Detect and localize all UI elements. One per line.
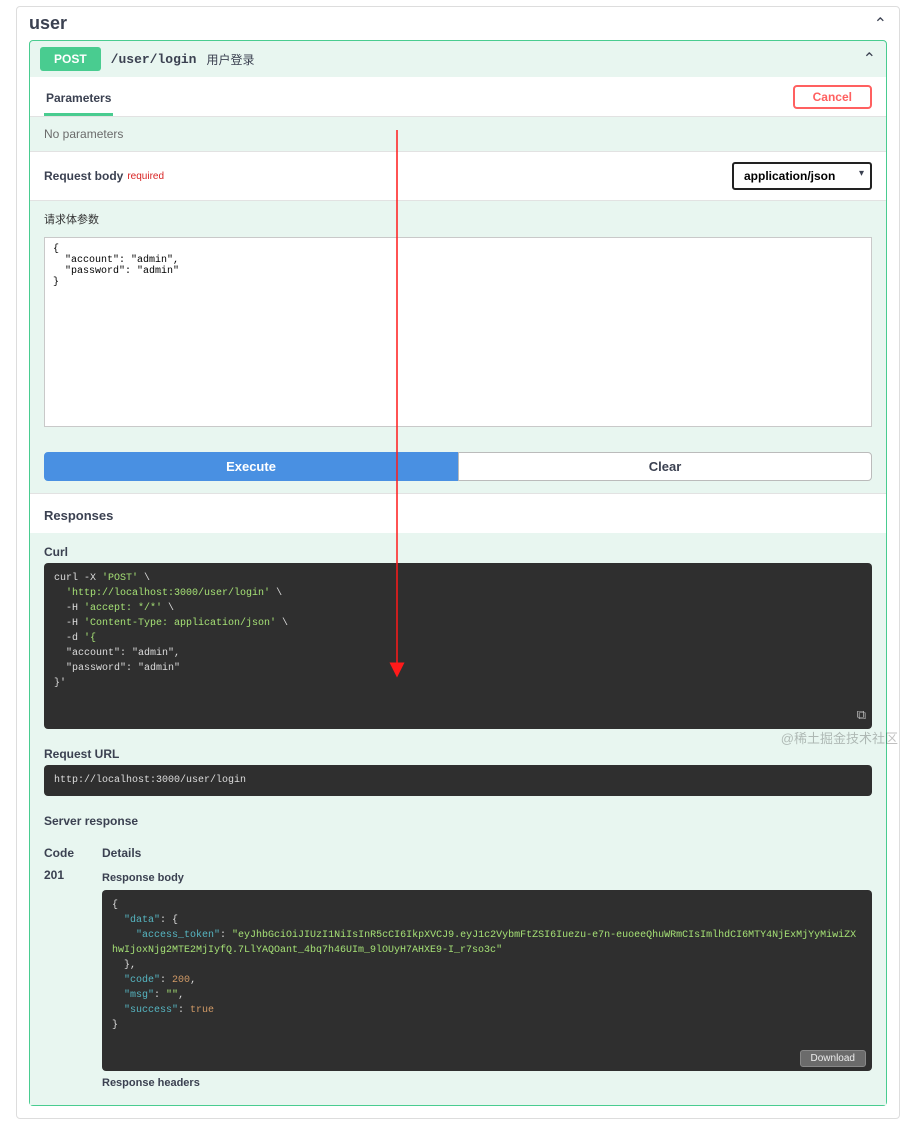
request-body-input[interactable]: { "account": "admin", "password": "admin… <box>44 237 872 427</box>
request-body-label: Request body <box>44 169 123 183</box>
clear-button[interactable]: Clear <box>458 452 872 481</box>
col-details: Details <box>102 846 141 860</box>
cancel-button[interactable]: Cancel <box>793 85 872 109</box>
curl-code[interactable]: curl -X 'POST' \ 'http://localhost:3000/… <box>44 563 872 729</box>
execute-button[interactable]: Execute <box>44 452 458 481</box>
content-type-select[interactable]: application/json <box>732 162 872 190</box>
copy-icon[interactable]: ⧉ <box>857 706 866 726</box>
response-body-value[interactable]: { "data": { "access_token": "eyJhbGciOiJ… <box>102 890 872 1071</box>
required-label: required <box>127 171 164 182</box>
col-code: Code <box>44 846 102 860</box>
method-badge: POST <box>40 47 101 71</box>
operation-path: /user/login <box>111 52 197 67</box>
curl-label: Curl <box>44 539 872 563</box>
server-response-label: Server response <box>44 808 872 832</box>
request-url-label: Request URL <box>44 741 872 765</box>
tab-parameters[interactable]: Parameters <box>44 83 113 116</box>
response-body-label: Response body <box>102 866 872 890</box>
status-code: 201 <box>44 866 102 1095</box>
download-button[interactable]: Download <box>800 1050 866 1067</box>
response-row: 201 Response body { "data": { "access_to… <box>30 866 886 1105</box>
chevron-up-icon: ⌃ <box>874 14 887 34</box>
request-body-desc: 请求体参数 <box>44 211 872 227</box>
response-headers-label: Response headers <box>102 1071 872 1095</box>
responses-header: Responses <box>30 493 886 533</box>
no-parameters-msg: No parameters <box>30 117 886 151</box>
parameters-tabbar: Parameters Cancel <box>30 77 886 117</box>
chevron-up-icon: ⌃ <box>863 49 876 69</box>
tag-section: user ⌃ POST /user/login 用户登录 ⌃ Parameter… <box>16 6 900 1119</box>
operation-header[interactable]: POST /user/login 用户登录 ⌃ <box>30 41 886 77</box>
operation-summary: 用户登录 <box>207 51 255 68</box>
operation: POST /user/login 用户登录 ⌃ Parameters Cance… <box>29 40 887 1106</box>
tag-title: user <box>29 13 874 34</box>
tag-header[interactable]: user ⌃ <box>17 7 899 40</box>
request-body-header: Request body required application/json <box>30 151 886 201</box>
